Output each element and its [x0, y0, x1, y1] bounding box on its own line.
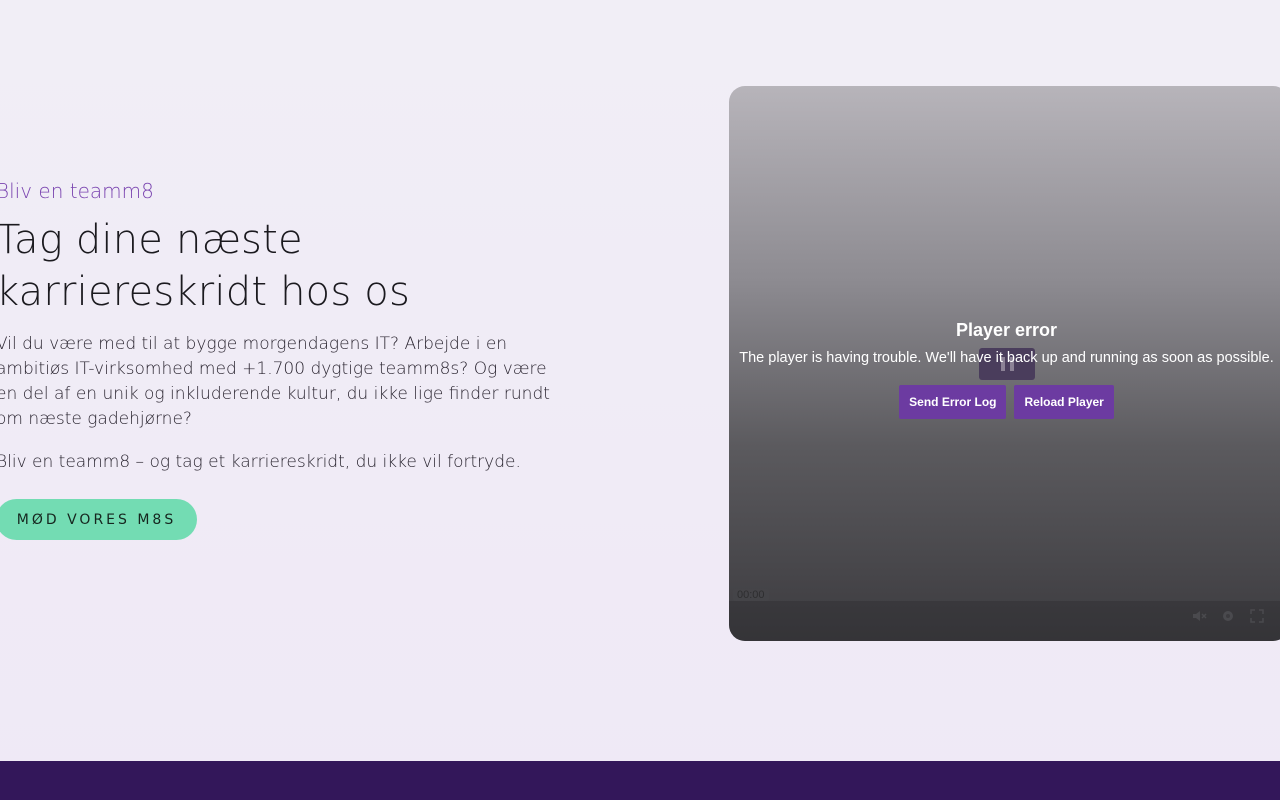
hero-eyebrow: Bliv en teamm8: [0, 179, 154, 203]
fullscreen-icon[interactable]: [1249, 608, 1265, 624]
hero-section: Bliv en teamm8 Tag dine næste karrieresk…: [0, 176, 552, 540]
hero-headline: Tag dine næste karriereskridt hos os: [0, 214, 552, 318]
send-error-log-button[interactable]: Send Error Log: [899, 385, 1007, 419]
player-error-actions: Send Error Log Reload Player: [729, 385, 1280, 419]
player-time: 00:00: [733, 589, 769, 601]
volume-muted-icon[interactable]: [1191, 608, 1207, 624]
hero-paragraph-1: Vil du være med til at bygge morgendagen…: [0, 334, 550, 429]
player-error-message: The player is having trouble. We'll have…: [739, 350, 1274, 366]
settings-icon[interactable]: [1220, 608, 1236, 624]
video-player[interactable]: Player error The player is having troubl…: [729, 86, 1280, 641]
player-error-title: Player error: [955, 320, 1058, 340]
meet-our-m8s-button[interactable]: Mød vores m8s: [0, 499, 197, 540]
hero-paragraph-2: Bliv en teamm8 – og tag et karriereskrid…: [0, 452, 521, 472]
reload-player-button[interactable]: Reload Player: [1014, 385, 1114, 419]
hero-headline-line2: karriereskridt hos os: [0, 269, 411, 315]
player-error-overlay: Player error The player is having troubl…: [729, 318, 1280, 419]
hero-headline-line1: Tag dine næste: [0, 217, 303, 263]
footer-bar: [0, 761, 1280, 800]
